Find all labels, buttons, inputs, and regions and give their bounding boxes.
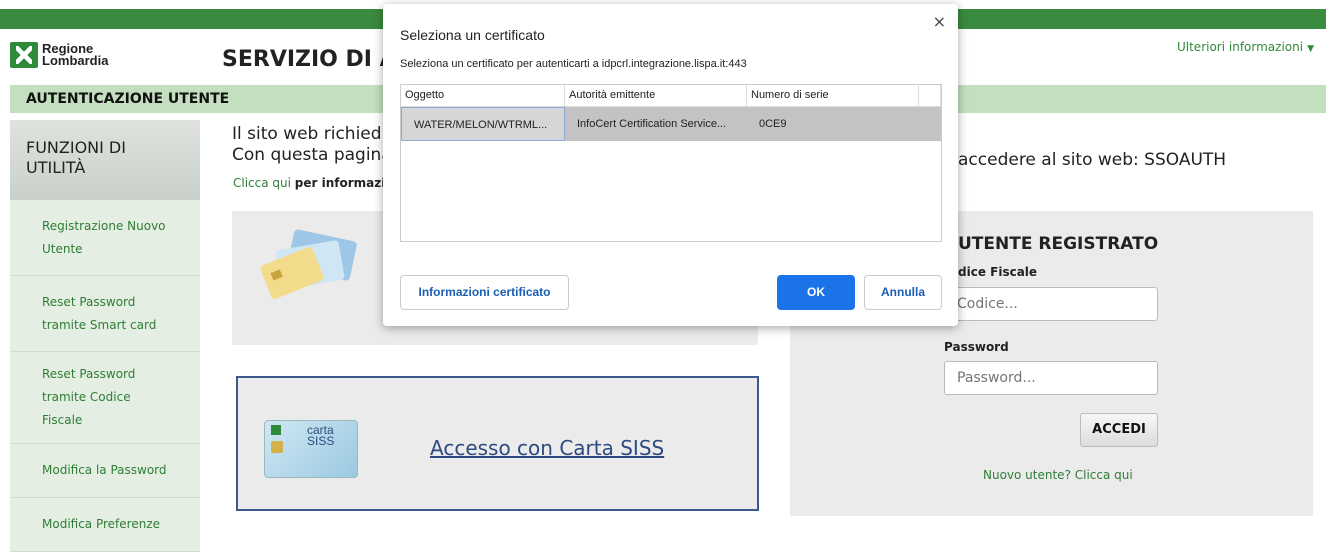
carta-siss-card-image: carta SISS (264, 420, 358, 478)
id-cards-image (260, 229, 357, 299)
intro-text: Il sito web richied Con questa pagina (232, 124, 392, 166)
certificate-table: Oggetto Autorità emittente Numero di ser… (400, 84, 942, 242)
info-line: Clicca qui per informazi (233, 176, 385, 190)
info-link[interactable]: Clicca qui (233, 176, 291, 190)
cancel-button[interactable]: Annulla (864, 275, 942, 310)
sidebar-item-modifica-preferenze[interactable]: Modifica Preferenze (10, 498, 200, 552)
auth-bar-label: AUTENTICAZIONE UTENTE (26, 91, 230, 107)
cell-serial: 0CE9 (759, 118, 787, 130)
new-user-link[interactable]: Nuovo utente? Clicca qui (983, 468, 1133, 482)
close-icon[interactable]: × (933, 12, 946, 31)
cell-subject: WATER/MELON/WTRML... (401, 107, 565, 141)
sidebar-item-label: Registrazione Nuovo (42, 218, 166, 233)
password-input[interactable] (944, 361, 1158, 395)
sidebar-item-label: Modifica la Password (42, 463, 167, 477)
column-header-numero[interactable]: Numero di serie (747, 85, 919, 106)
certificate-info-button[interactable]: Informazioni certificato (400, 275, 569, 310)
chevron-down-icon: ▼ (1307, 44, 1314, 54)
table-header: Oggetto Autorità emittente Numero di ser… (401, 85, 941, 107)
certificate-dialog: Seleziona un certificato × Seleziona un … (383, 4, 958, 326)
codice-fiscale-label: dice Fiscale (958, 265, 1038, 279)
sidebar-item-modifica-password[interactable]: Modifica la Password (10, 444, 200, 498)
sidebar-heading: FUNZIONI DI UTILITÀ (10, 120, 200, 200)
intro-line1: Il sito web richied (232, 124, 382, 144)
regione-lombardia-logo[interactable]: Regione Lombardia (10, 42, 108, 68)
table-row[interactable]: WATER/MELON/WTRML... InfoCert Certificat… (401, 107, 941, 141)
sidebar: FUNZIONI DI UTILITÀ Registrazione Nuovo U… (10, 120, 200, 552)
siss-panel[interactable]: carta SISS Accesso con Carta SISS (236, 376, 759, 511)
sidebar-item-label: Fiscale (42, 413, 83, 427)
cell-issuer: InfoCert Certification Service... (577, 118, 727, 130)
sidebar-heading-line2: UTILITÀ (26, 158, 86, 177)
sidebar-item-label: Utente (42, 241, 83, 256)
login-title: UTENTE REGISTRATO (958, 234, 1159, 254)
codice-fiscale-input[interactable] (944, 287, 1158, 321)
sidebar-item-label: Reset Password (42, 294, 136, 309)
column-header-oggetto[interactable]: Oggetto (401, 85, 565, 106)
regione-flag-icon (271, 425, 281, 435)
siss-access-link[interactable]: Accesso con Carta SISS (430, 436, 664, 460)
info-link-rest: per informazi (294, 176, 386, 190)
dialog-title: Seleziona un certificato (400, 27, 545, 43)
logo-line2: Lombardia (42, 53, 109, 68)
password-label: Password (944, 340, 1009, 354)
dialog-subtitle: Seleziona un certificato per autenticart… (400, 58, 747, 70)
more-info-label: Ulteriori informazioni (1176, 40, 1304, 54)
chip-icon (271, 441, 283, 453)
sidebar-item-label: Reset Password (42, 367, 136, 381)
column-header-autorita[interactable]: Autorità emittente (565, 85, 747, 106)
ok-button[interactable]: OK (777, 275, 855, 310)
accedi-button[interactable]: ACCEDI (1080, 413, 1158, 447)
column-header-extra (919, 85, 941, 106)
logo-text: Regione Lombardia (42, 42, 109, 68)
card-word-line2: SISS (307, 434, 335, 448)
site-web-text: accedere al sito web: SSOAUTH (958, 150, 1227, 170)
sidebar-item-registrazione[interactable]: Registrazione Nuovo Utente (10, 200, 200, 276)
sidebar-item-label: tramite Codice (42, 390, 131, 404)
sidebar-item-label: tramite Smart card (42, 317, 157, 332)
sidebar-item-reset-smartcard[interactable]: Reset Password tramite Smart card (10, 276, 200, 352)
more-info-link[interactable]: Ulteriori informazioni ▼ (1177, 40, 1314, 54)
sidebar-item-reset-codice[interactable]: Reset Password tramite Codice Fiscale (10, 352, 200, 444)
sidebar-item-label: Modifica Preferenze (42, 517, 160, 531)
lombardia-rose-icon (10, 42, 38, 68)
card-word: carta SISS (307, 424, 335, 448)
sidebar-heading-line1: FUNZIONI DI (26, 138, 126, 157)
intro-line2: Con questa pagina (232, 145, 392, 165)
